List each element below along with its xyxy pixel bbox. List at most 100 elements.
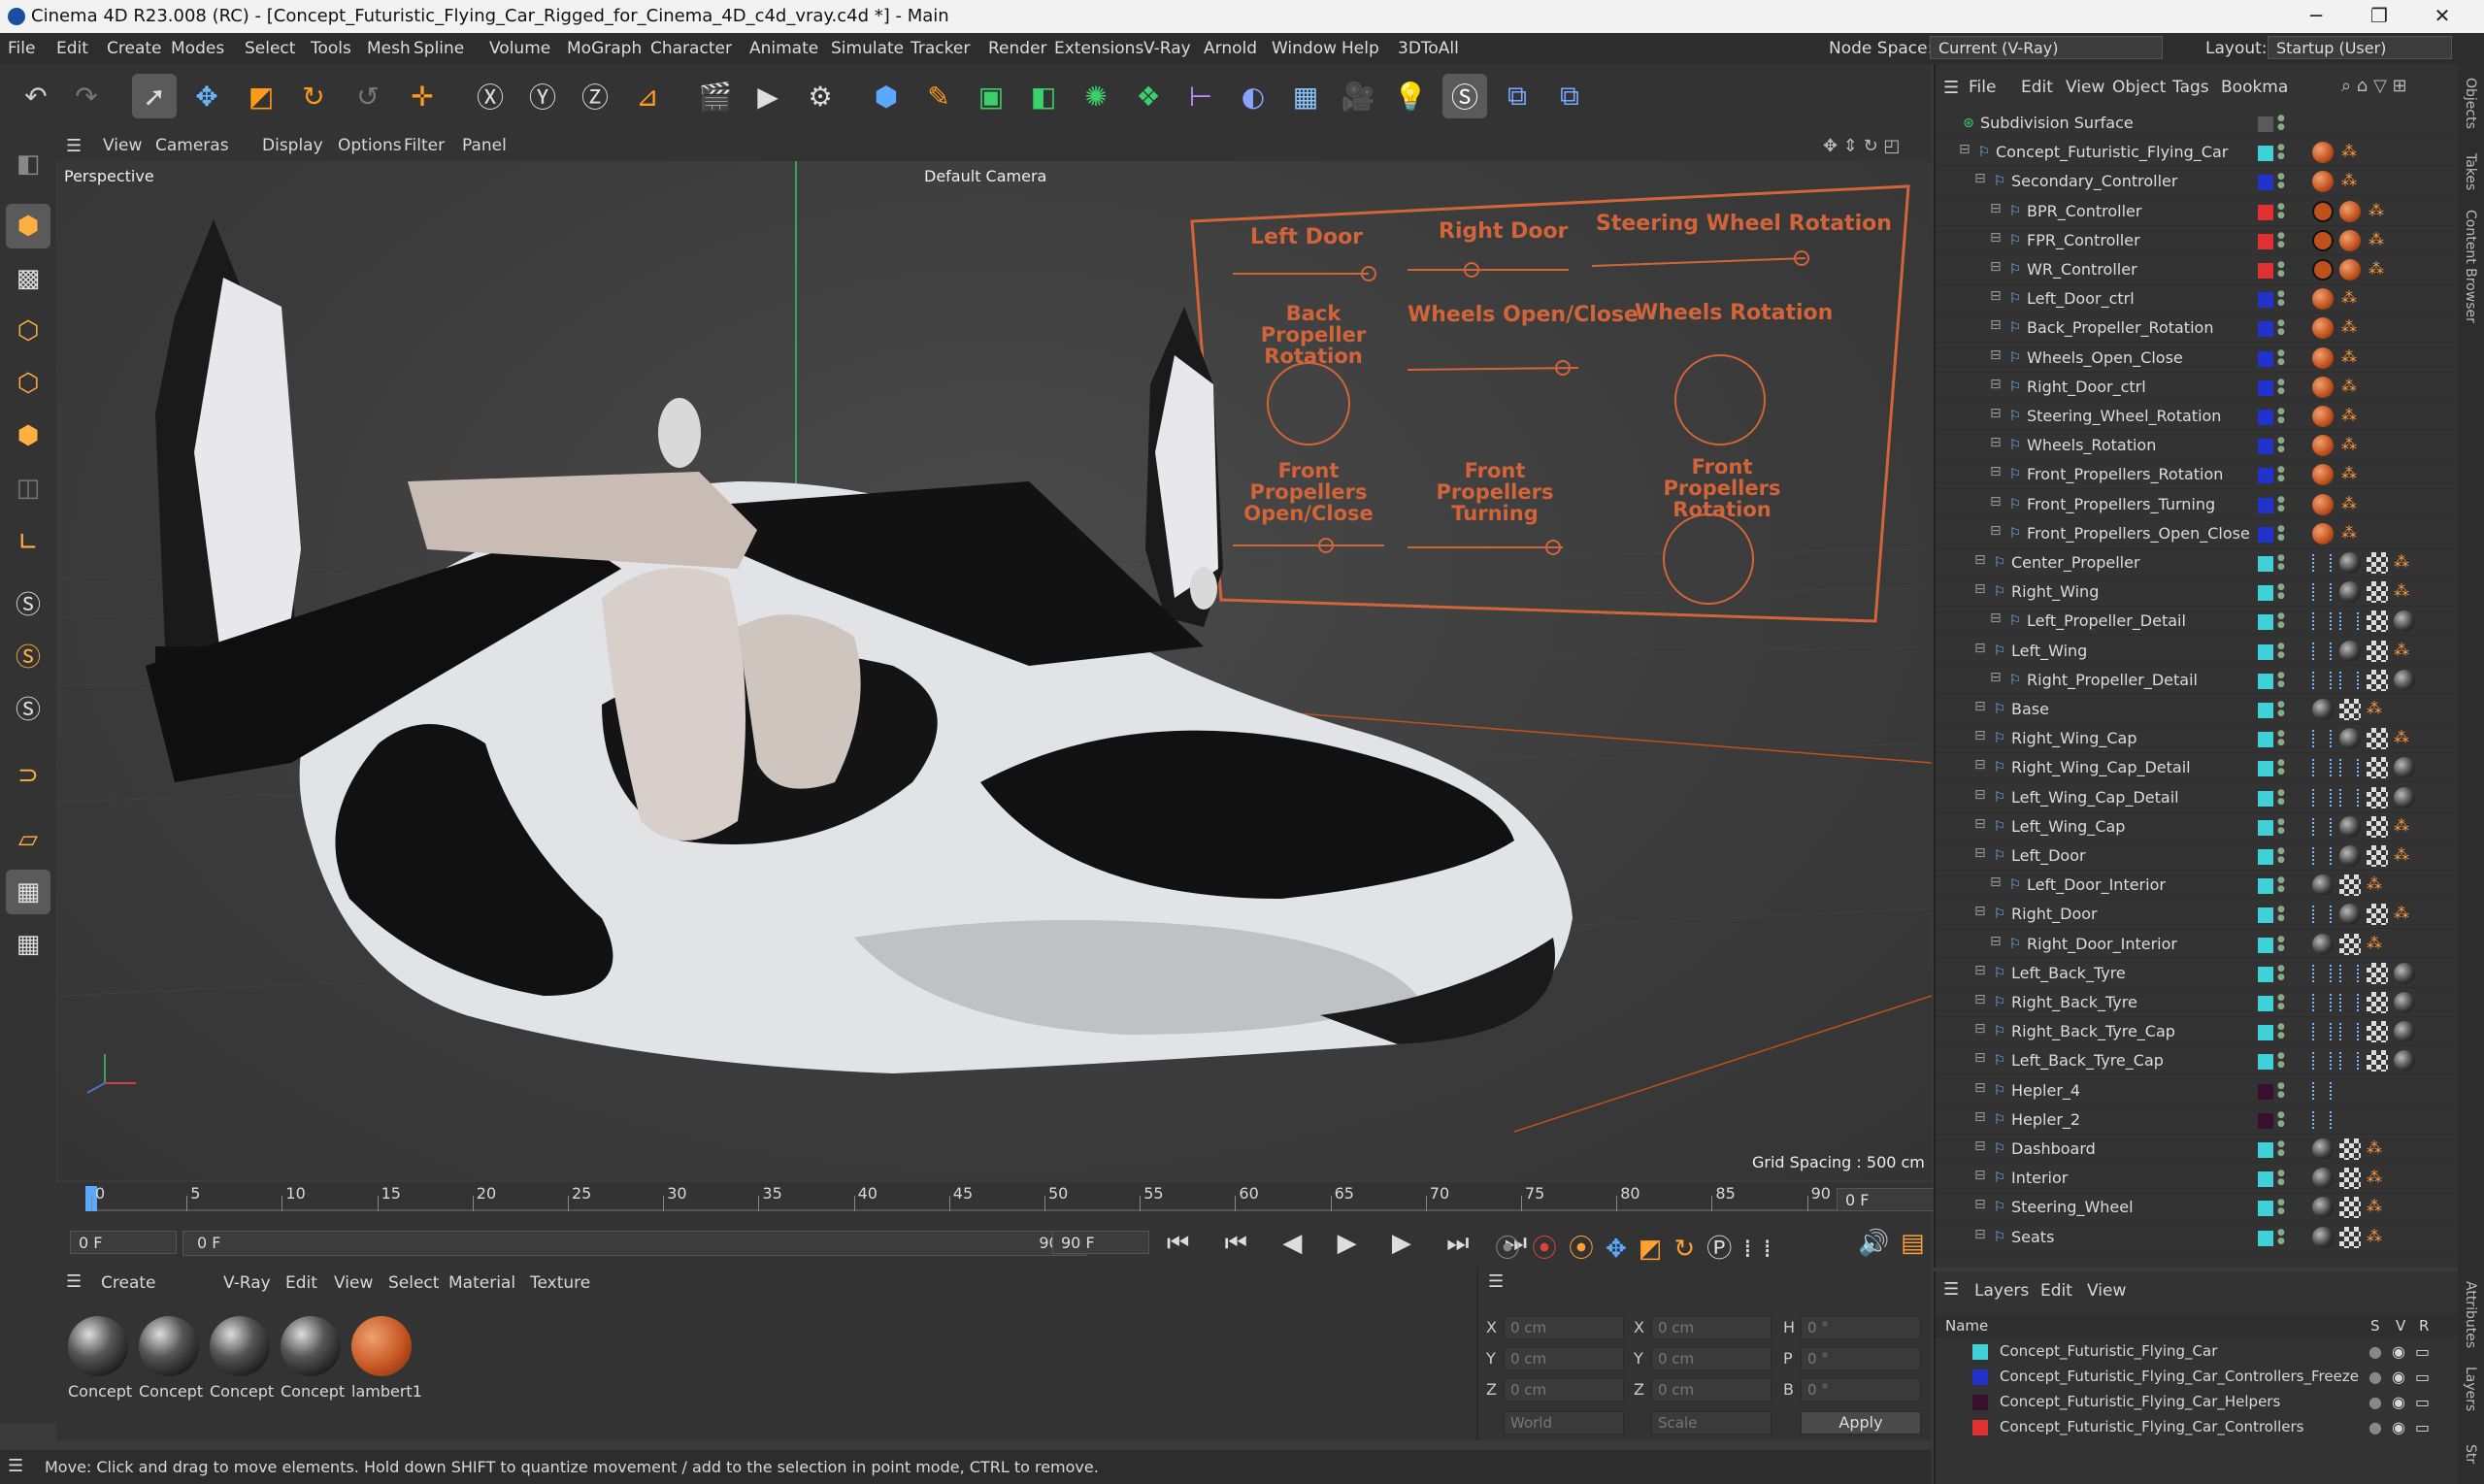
expand-icon[interactable]: ⊟ [1974,1227,1986,1242]
viewport[interactable]: Perspective Default Camera Grid Spacing … [58,161,1932,1180]
visibility-dots[interactable]: ● ● [2277,554,2285,572]
material-menu-edit[interactable]: Edit [285,1273,317,1293]
material-tag[interactable] [2339,581,2361,604]
material-tag[interactable] [2394,992,2415,1013]
snap-tool-icon[interactable]: ↺ [346,74,390,118]
texture-tag[interactable] [2339,1197,2361,1219]
cube-icon[interactable]: ⬢ [864,74,909,118]
expand-icon[interactable]: ⊟ [1974,816,1986,832]
object-row[interactable]: ⊟ ⚐ Right_Door_Interior ● ● ⁂ [1936,930,2460,959]
expand-icon[interactable]: ⊟ [1990,259,2002,275]
object-row[interactable]: ⊟ ⚐ Right_Back_Tyre ● ● [1936,988,2460,1017]
coordinate-system-icon[interactable]: ⊿ [625,74,670,118]
material-menu-select[interactable]: Select [388,1273,439,1293]
extrude-icon[interactable]: ◧ [1021,74,1066,118]
menu-animate[interactable]: Animate [749,39,818,58]
layer-row[interactable]: Concept_Futuristic_Flying_Car ● ◉ ▭ [1936,1339,2460,1365]
material-tag[interactable] [2339,200,2361,222]
texture-tag[interactable] [2367,757,2388,779]
visibility-dots[interactable]: ● ● [2277,348,2285,367]
expand-icon[interactable]: ⊟ [1974,1050,1986,1066]
maximize-icon[interactable]: ❐ [2349,0,2409,33]
end-frame-field[interactable]: 90 F [1052,1231,1149,1254]
object-row[interactable]: ⊟ ⚐ Hepler_4 ● ● [1936,1076,2460,1105]
menu-mesh[interactable]: Mesh [367,39,411,58]
expand-icon[interactable]: ⊟ [1974,171,1986,186]
expand-icon[interactable]: ⊟ [1990,406,2002,421]
expand-icon[interactable]: ⊟ [1990,288,2002,304]
object-row[interactable]: ⊟ ⚐ BPR_Controller ● ● ⁂ [1936,197,2460,226]
visibility-dots[interactable]: ● ● [2277,730,2285,747]
lock-workplane-icon[interactable]: ▦ [6,870,50,914]
grid-icon[interactable]: ▦ [6,922,50,967]
render-toggle-icon[interactable]: ▭ [2415,1418,2430,1436]
object-menu-object[interactable]: Object [2112,78,2166,97]
object-row[interactable]: ⊛ Subdivision Surface ● ● [1936,109,2460,138]
start-frame-field[interactable]: 0 F [70,1231,177,1254]
material-tag[interactable] [2339,640,2361,662]
object-search-icons[interactable]: ⌕ ⌂ ▽ ⊞ [2341,76,2407,96]
material-menu-create[interactable]: Create [101,1273,156,1293]
minimize-icon[interactable]: ─ [2286,0,2346,33]
close-icon[interactable]: ✕ [2412,0,2472,33]
transform-tool-icon[interactable]: ✛ [400,74,445,118]
material-tag[interactable] [2312,171,2334,193]
expand-icon[interactable]: ⊟ [1959,142,1971,157]
viewport-menu-options[interactable]: Options [338,136,402,155]
expand-icon[interactable]: ⊟ [1974,845,1986,861]
expand-icon[interactable]: ⊟ [1990,464,2002,479]
visibility-dots[interactable]: ● ● [2277,671,2285,689]
expand-icon[interactable]: ⊟ [1990,670,2002,685]
material-tag[interactable] [2312,522,2334,544]
material-tag[interactable] [2394,962,2415,984]
object-row[interactable]: ⊟ ⚐ Right_Door ● ● ⁂ [1936,900,2460,930]
expand-icon[interactable]: ⊟ [1974,581,1986,597]
object-row[interactable]: ⊟ ⚐ Right_Wing_Cap_Detail ● ● [1936,753,2460,783]
menu-v-ray[interactable]: V-Ray [1143,39,1191,58]
visibility-dots[interactable]: ● ● [2277,524,2285,543]
object-row[interactable]: ⊟ ⚐ Left_Back_Tyre ● ● [1936,959,2460,988]
viewport-nav-icons[interactable]: ✥ ⇕ ↻ ◰ [1823,136,1900,156]
object-menu-file[interactable]: File [1969,78,1996,97]
object-row[interactable]: ⊟ ⚐ Hepler_2 ● ● [1936,1105,2460,1135]
texture-tag[interactable] [2367,552,2388,574]
visibility-dots[interactable]: ● ● [2277,1081,2285,1100]
expand-icon[interactable]: ⊟ [1974,1168,1986,1183]
make-editable-icon[interactable]: ◧ [6,142,50,186]
select-tool-icon[interactable]: ➚ [132,74,177,118]
expand-icon[interactable]: ⊟ [1990,435,2002,450]
render-toggle-icon[interactable]: ▭ [2415,1342,2430,1361]
object-row[interactable]: ⊟ ⚐ Interior ● ● ⁂ [1936,1164,2460,1194]
visibility-dots[interactable]: ● ● [2277,1140,2285,1158]
visibility-dots[interactable]: ● ● [2277,876,2285,894]
material-tag[interactable] [2312,933,2334,955]
visibility-dots[interactable]: ● ● [2277,817,2285,836]
menu-help[interactable]: Help [1341,39,1379,58]
material-tag[interactable] [2339,904,2361,926]
layer-hamburger-icon[interactable]: ☰ [1943,1279,1959,1300]
expand-icon[interactable]: ⊟ [1990,230,2002,246]
menu-modes[interactable]: Modes [171,39,224,58]
move-tool-icon[interactable]: ✥ [184,74,229,118]
material-tag[interactable] [2312,376,2334,398]
layer-row[interactable]: Concept_Futuristic_Flying_Car_Controller… [1936,1415,2460,1440]
current-frame-field[interactable]: 0 F [1837,1188,1943,1211]
object-row[interactable]: ⊟ ⚐ Secondary_Controller ● ● ⁂ [1936,167,2460,197]
size-z-field[interactable]: 0 cm [1651,1378,1772,1402]
expand-icon[interactable]: ⊟ [1974,1138,1986,1154]
solo-toggle-icon[interactable]: ● [2368,1418,2382,1436]
undo-icon[interactable]: ↶ [14,74,58,118]
tab-takes[interactable]: Takes [2463,153,2478,190]
material-tag[interactable] [2394,610,2415,633]
visibility-dots[interactable]: ● ● [2277,466,2285,483]
object-row[interactable]: ⊟ ⚐ Left_Wing ● ● ⁂ [1936,637,2460,666]
material-menu-view[interactable]: View [334,1273,373,1293]
material-tag[interactable] [2312,1168,2334,1190]
visibility-dots[interactable]: ● ● [2277,173,2285,190]
expand-icon[interactable]: ⊟ [1974,904,1986,919]
edge-mode-icon[interactable]: ⬡ [6,361,50,406]
tab-objects[interactable]: Objects [2463,78,2478,129]
size-y-field[interactable]: 0 cm [1651,1347,1772,1370]
material-tag[interactable] [2339,259,2361,280]
object-row[interactable]: ⊟ ⚐ Left_Back_Tyre_Cap ● ● [1936,1046,2460,1076]
